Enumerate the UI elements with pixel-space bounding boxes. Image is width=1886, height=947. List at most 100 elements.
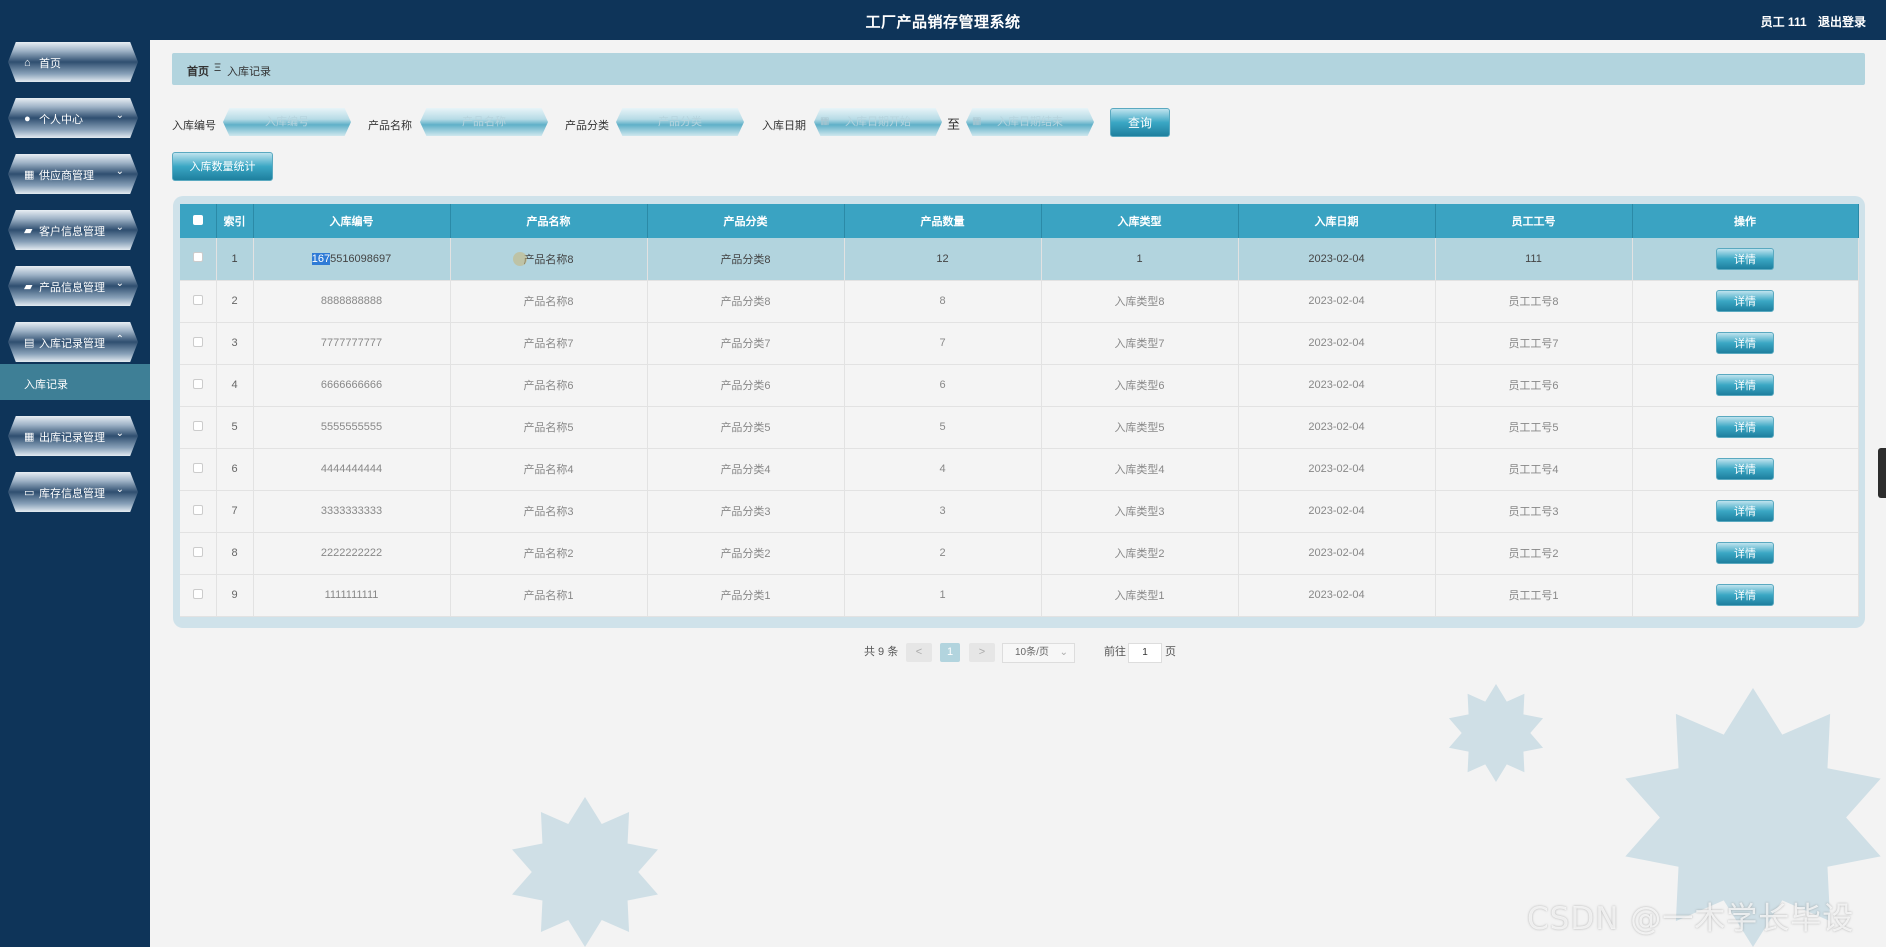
row-select-cell[interactable] xyxy=(180,406,217,449)
cell-name: 产品名称4 xyxy=(450,448,648,491)
col-code: 入库编号 xyxy=(253,204,451,238)
cell-date: 2023-02-04 xyxy=(1238,280,1436,323)
detail-button[interactable]: 详情 xyxy=(1716,290,1774,312)
cell-staff: 员工工号5 xyxy=(1435,406,1633,449)
menu-item-content: ▰ 产品信息管理 xyxy=(24,279,105,295)
sidebar-item-profile[interactable]: ● 个人中心 ⌄ xyxy=(8,98,138,138)
sidebar-item-home[interactable]: ⌂ 首页 xyxy=(8,42,138,82)
table-row[interactable]: 3 7777777777 产品名称7 产品分类7 7 入库类型7 2023-02-04 员工工… xyxy=(180,322,1859,365)
search-input-name[interactable]: 产品名称 xyxy=(420,108,548,136)
row-select-cell[interactable] xyxy=(180,238,217,281)
table-row[interactable]: 9 1111111111 产品名称1 产品分类1 1 入库类型1 2023-02-04 员工工… xyxy=(180,574,1859,617)
row-checkbox[interactable] xyxy=(192,462,203,473)
table-row[interactable]: 4 6666666666 产品名称6 产品分类6 6 入库类型6 2023-02-04 员工工… xyxy=(180,364,1859,407)
cell-type: 入库类型3 xyxy=(1041,490,1239,533)
decorative-star-shape xyxy=(512,797,658,947)
sidebar-item-outbound[interactable]: ▦ 出库记录管理 ⌄ xyxy=(8,416,138,456)
sidebar-item-label: 产品信息管理 xyxy=(39,282,105,294)
detail-button[interactable]: 详情 xyxy=(1716,458,1774,480)
page-size-select[interactable]: 10条/页 ⌄ xyxy=(1002,643,1075,663)
cell-code: 1111111111 xyxy=(253,574,451,617)
detail-button[interactable]: 详情 xyxy=(1716,584,1774,606)
detail-button[interactable]: 详情 xyxy=(1716,500,1774,522)
cell-type: 入库类型5 xyxy=(1041,406,1239,449)
cell-code: 1675516098697 xyxy=(253,238,451,281)
cell-qty: 5 xyxy=(844,406,1042,449)
row-select-cell[interactable] xyxy=(180,322,217,365)
menu-item-content: ▦ 出库记录管理 xyxy=(24,429,105,445)
row-select-cell[interactable] xyxy=(180,532,217,575)
row-select-cell[interactable] xyxy=(180,280,217,323)
row-checkbox[interactable] xyxy=(192,504,203,515)
select-all-checkbox[interactable] xyxy=(192,214,203,225)
cell-name: 产品名称8 xyxy=(450,238,648,281)
table-row[interactable]: 7 3333333333 产品名称3 产品分类3 3 入库类型3 2023-02-04 员工工… xyxy=(180,490,1859,533)
inbound-stat-button[interactable]: 入库数量统计 xyxy=(172,152,273,181)
row-checkbox[interactable] xyxy=(192,294,203,305)
cell-code: 8888888888 xyxy=(253,280,451,323)
search-input-category[interactable]: 产品分类 xyxy=(616,108,744,136)
date-start-placeholder: 入库日期开始 xyxy=(845,116,911,128)
sidebar-subitem-inbound-records[interactable]: 入库记录 xyxy=(0,364,150,400)
pagination-goto-input[interactable]: 1 xyxy=(1128,643,1162,663)
detail-button[interactable]: 详情 xyxy=(1716,542,1774,564)
table-row[interactable]: 2 8888888888 产品名称8 产品分类8 8 入库类型8 2023-02-04 员工工… xyxy=(180,280,1859,323)
sidebar-item-label: 客户信息管理 xyxy=(39,226,105,238)
cell-name: 产品名称7 xyxy=(450,322,648,365)
row-select-cell[interactable] xyxy=(180,448,217,491)
pagination-total: 共 9 条 xyxy=(864,646,899,658)
cell-staff: 员工工号3 xyxy=(1435,490,1633,533)
scrollbar-handle[interactable] xyxy=(1878,448,1886,498)
row-select-cell[interactable] xyxy=(180,490,217,533)
sidebar-item-product[interactable]: ▰ 产品信息管理 ⌄ xyxy=(8,266,138,306)
row-select-cell[interactable] xyxy=(180,574,217,617)
cell-staff: 员工工号6 xyxy=(1435,364,1633,407)
row-select-cell[interactable] xyxy=(180,364,217,407)
calendar-icon: ▦ xyxy=(972,116,982,127)
date-range-separator: 至 xyxy=(947,117,961,132)
detail-button[interactable]: 详情 xyxy=(1716,416,1774,438)
detail-button[interactable]: 详情 xyxy=(1716,247,1774,270)
cell-type: 入库类型6 xyxy=(1041,364,1239,407)
cell-code: 4444444444 xyxy=(253,448,451,491)
query-button[interactable]: 查询 xyxy=(1110,108,1170,137)
date-start-input[interactable]: ▦ 入库日期开始 xyxy=(814,108,942,136)
detail-button[interactable]: 详情 xyxy=(1716,332,1774,354)
col-type: 入库类型 xyxy=(1041,204,1239,238)
cell-category: 产品分类7 xyxy=(647,322,845,365)
cell-date: 2023-02-04 xyxy=(1238,238,1436,281)
col-name: 产品名称 xyxy=(450,204,648,238)
cell-name: 产品名称3 xyxy=(450,490,648,533)
sidebar-item-label: 供应商管理 xyxy=(39,170,94,182)
row-checkbox[interactable] xyxy=(192,336,203,347)
row-checkbox[interactable] xyxy=(192,420,203,431)
menu-item-content: ▭ 库存信息管理 xyxy=(24,485,105,501)
briefcase-icon: ▰ xyxy=(24,280,33,293)
logout-link[interactable]: 退出登录 xyxy=(1818,15,1866,29)
row-checkbox[interactable] xyxy=(192,378,203,389)
search-input-code[interactable]: 入库编号 xyxy=(223,108,351,136)
row-checkbox[interactable] xyxy=(192,252,203,263)
table-row[interactable]: 6 4444444444 产品名称4 产品分类4 4 入库类型4 2023-02-04 员工工… xyxy=(180,448,1859,491)
row-checkbox[interactable] xyxy=(192,588,203,599)
pagination-next[interactable]: > xyxy=(969,643,995,662)
sidebar-item-supplier[interactable]: ▦ 供应商管理 ⌄ xyxy=(8,154,138,194)
pagination-prev[interactable]: < xyxy=(906,643,932,662)
breadcrumb-home[interactable]: 首页 xyxy=(187,63,209,79)
sidebar-item-customer[interactable]: ▰ 客户信息管理 ⌄ xyxy=(8,210,138,250)
row-checkbox[interactable] xyxy=(192,546,203,557)
menu-item-content: ⌂ 首页 xyxy=(24,55,61,71)
detail-button[interactable]: 详情 xyxy=(1716,374,1774,396)
sidebar-item-inbound[interactable]: ▤ 入库记录管理 ⌃ xyxy=(8,322,138,362)
col-date: 入库日期 xyxy=(1238,204,1436,238)
grid-icon: ▦ xyxy=(24,430,35,443)
date-end-input[interactable]: ▦ 入库日期结束 xyxy=(966,108,1094,136)
pagination-page[interactable]: 1 xyxy=(940,643,960,662)
table-row[interactable]: 8 2222222222 产品名称2 产品分类2 2 入库类型2 2023-02-04 员工工… xyxy=(180,532,1859,575)
select-all-cell[interactable] xyxy=(180,204,217,238)
table-row[interactable]: 5 5555555555 产品名称5 产品分类5 5 入库类型5 2023-02-04 员工工… xyxy=(180,406,1859,449)
table-row[interactable]: 1 1675516098697 产品名称8 产品分类8 12 1 2023-02-04 111… xyxy=(180,238,1859,281)
cell-code: 7777777777 xyxy=(253,322,451,365)
sidebar-item-inventory[interactable]: ▭ 库存信息管理 ⌄ xyxy=(8,472,138,512)
cell-type: 入库类型2 xyxy=(1041,532,1239,575)
